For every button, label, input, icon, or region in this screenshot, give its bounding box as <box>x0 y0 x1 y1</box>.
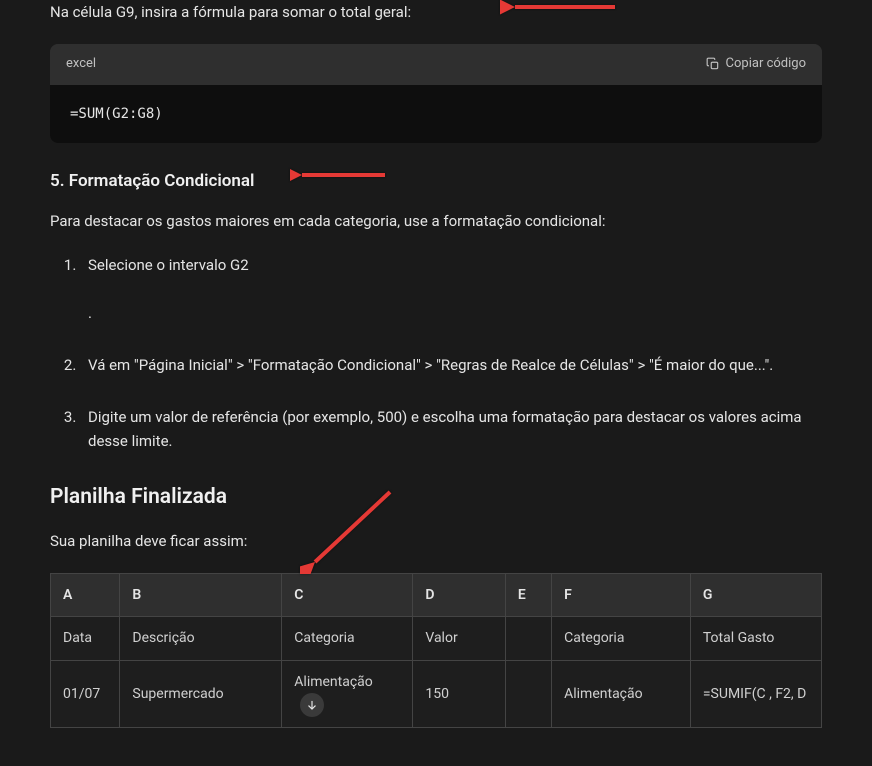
code-content: =SUM(G2:G8) <box>50 85 822 143</box>
steps-list: Selecione o intervalo G2 . Vá em "Página… <box>50 253 822 453</box>
intro-text: Na célula G9, insira a fórmula para soma… <box>50 3 411 21</box>
code-header: excel Copiar código <box>50 44 822 85</box>
cell: 150 <box>413 660 506 727</box>
step-1-dot: . <box>88 301 822 325</box>
arrow-annotation-2 <box>290 160 390 199</box>
copy-code-label: Copiar código <box>726 54 806 75</box>
cell: Categoria <box>282 617 413 660</box>
step-3-text: Digite um valor de referência (por exemp… <box>88 408 802 450</box>
cell: Categoria <box>552 617 691 660</box>
cell: 01/07 <box>51 660 120 727</box>
table-header-row: A B C D E F G <box>51 573 822 616</box>
cell: Data <box>51 617 120 660</box>
code-language-label: excel <box>66 54 96 75</box>
arrow-down-icon <box>305 698 319 712</box>
cell: =SUMIF(C , F2, D <box>690 660 821 727</box>
copy-code-button[interactable]: Copiar código <box>706 54 806 75</box>
col-header-c: C <box>282 573 413 616</box>
cell: Total Gasto <box>690 617 821 660</box>
section-5-heading: 5. Formatação Condicional <box>50 168 822 195</box>
cell <box>505 617 551 660</box>
cell: Descrição <box>120 617 282 660</box>
finalized-heading: Planilha Finalizada <box>50 481 822 515</box>
step-2-text: Vá em "Página Inicial" > "Formatação Con… <box>88 356 773 374</box>
step-item-3: Digite um valor de referência (por exemp… <box>80 405 822 453</box>
step-1-text: Selecione o intervalo G2 <box>88 256 249 274</box>
scroll-down-button[interactable] <box>300 693 324 717</box>
section-5-description: Para destacar os gastos maiores em cada … <box>50 209 822 233</box>
finalized-description: Sua planilha deve ficar assim: <box>50 529 822 553</box>
cell: Supermercado <box>120 660 282 727</box>
section-5-heading-text: 5. Formatação Condicional <box>50 171 254 191</box>
cell: Alimentação <box>552 660 691 727</box>
col-header-a: A <box>51 573 120 616</box>
col-header-g: G <box>690 573 821 616</box>
cell <box>505 660 551 727</box>
table-row: Data Descrição Categoria Valor Categoria… <box>51 617 822 660</box>
code-block: excel Copiar código =SUM(G2:G8) <box>50 44 822 143</box>
copy-icon <box>706 57 720 71</box>
step-item-2: Vá em "Página Inicial" > "Formatação Con… <box>80 353 822 377</box>
table-row: 01/07 Supermercado Alimentação 150 Alime… <box>51 660 822 727</box>
step-item-1: Selecione o intervalo G2 . <box>80 253 822 325</box>
col-header-b: B <box>120 573 282 616</box>
col-header-e: E <box>505 573 551 616</box>
cell-text: Alimentação <box>294 674 373 690</box>
arrow-annotation-1 <box>500 0 620 29</box>
col-header-d: D <box>413 573 506 616</box>
cell: Alimentação <box>282 660 413 727</box>
cell: Valor <box>413 617 506 660</box>
spreadsheet-table: A B C D E F G Data Descrição Categoria V… <box>50 573 822 728</box>
col-header-f: F <box>552 573 691 616</box>
intro-paragraph: Na célula G9, insira a fórmula para soma… <box>50 0 822 24</box>
